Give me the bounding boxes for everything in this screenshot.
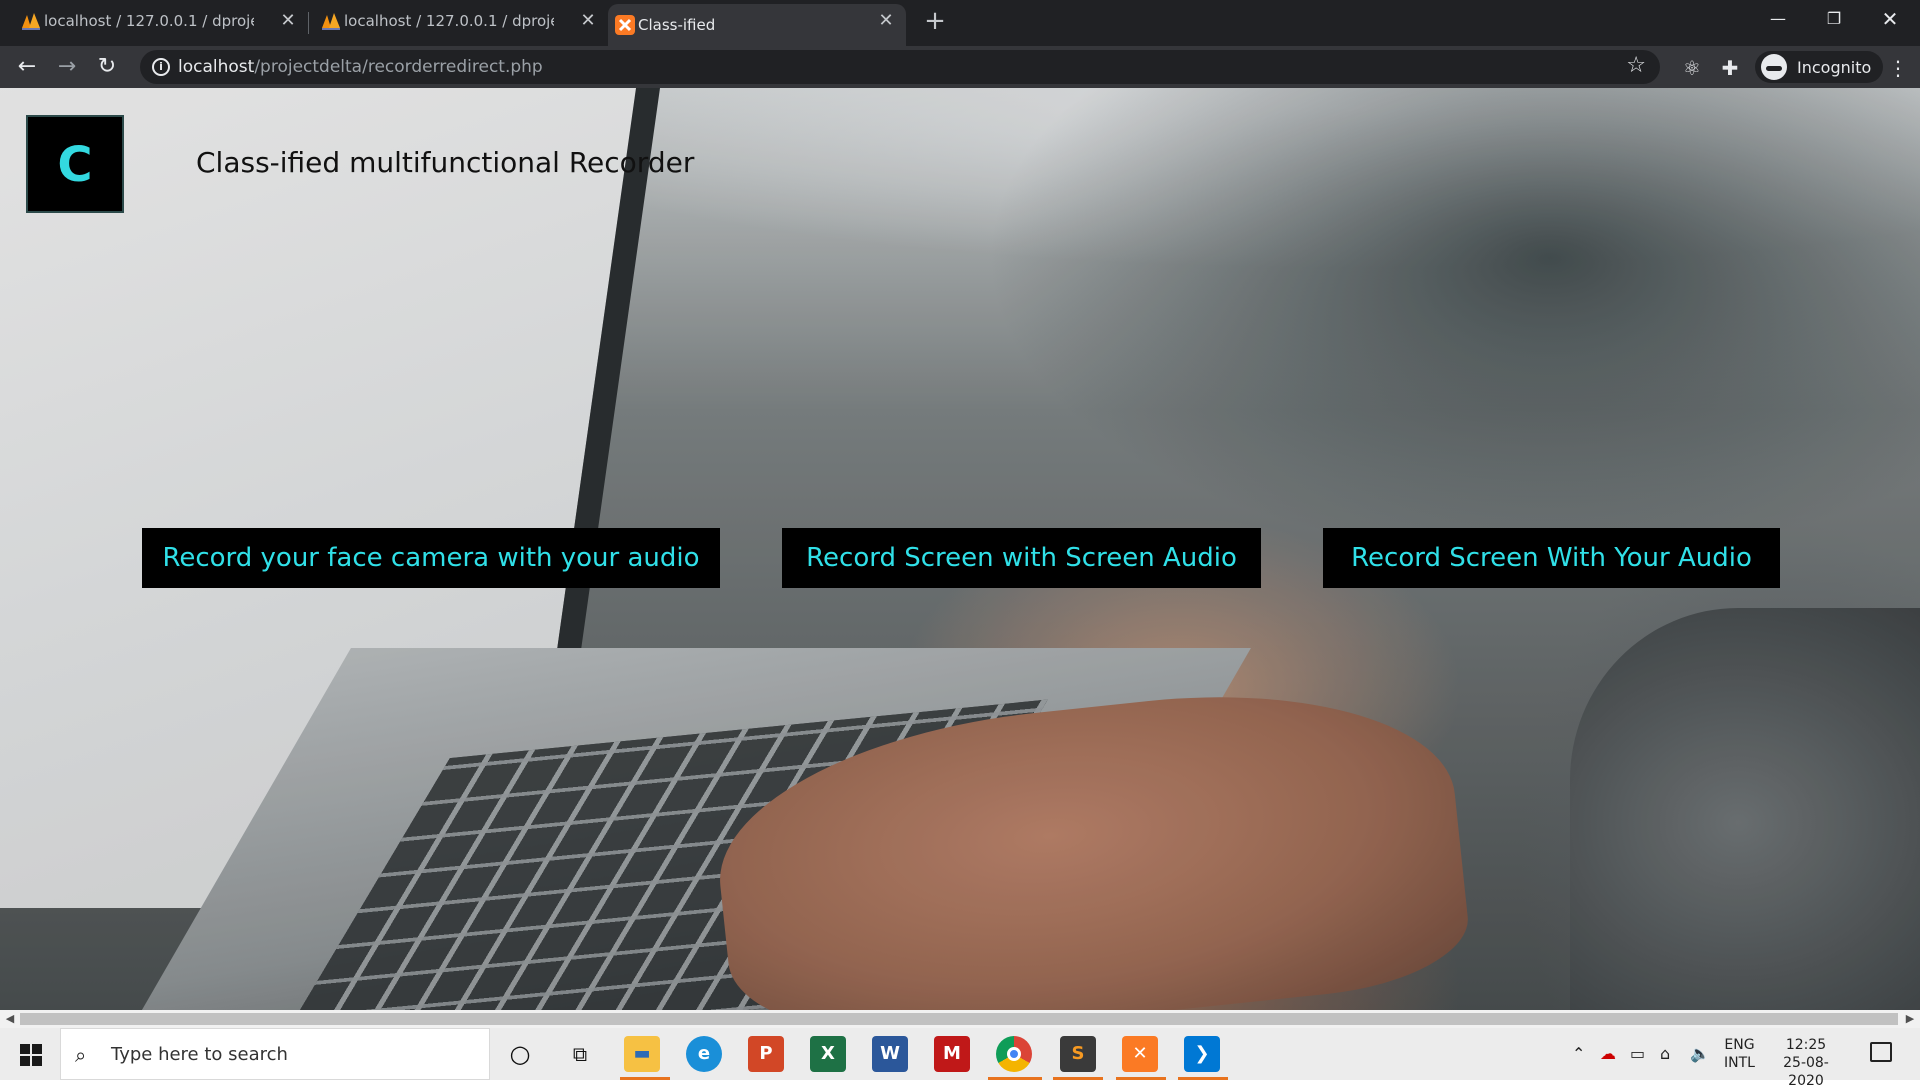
back-arrow-icon[interactable]: ← [14, 54, 40, 80]
file-explorer-icon[interactable]: ▬ [624, 1036, 660, 1072]
close-icon[interactable]: ✕ [876, 11, 896, 31]
page-hero: C Class-ified multifunctional Recorder R… [0, 88, 1920, 1010]
close-icon[interactable]: ✕ [278, 11, 298, 31]
taskbar-search-box[interactable]: ⌕ Type here to search [60, 1028, 490, 1080]
scroll-left-arrow-icon[interactable]: ◀ [2, 1012, 18, 1026]
system-clock[interactable]: 12:25 25-08-2020 [1768, 1036, 1844, 1090]
sublime-text-icon[interactable]: S [1060, 1036, 1096, 1072]
tab-divider [308, 12, 309, 34]
record-screen-your-audio-button[interactable]: Record Screen With Your Audio [1323, 528, 1780, 588]
chrome-icon[interactable] [996, 1036, 1032, 1072]
extensions-puzzle-icon[interactable]: ✚ [1718, 56, 1742, 80]
mcafee-icon[interactable]: M [934, 1036, 970, 1072]
incognito-icon [1761, 54, 1787, 80]
minimize-button[interactable]: — [1750, 0, 1806, 40]
address-bar[interactable]: i localhost/projectdelta/recorderredirec… [140, 50, 1660, 84]
restore-button[interactable]: ❐ [1806, 0, 1862, 40]
word-icon[interactable]: W [872, 1036, 908, 1072]
forward-arrow-icon[interactable]: → [54, 54, 80, 80]
xampp-icon [615, 15, 635, 35]
windows-taskbar: ⌕ Type here to search ○ ⧉ ▬ e P X W M S … [0, 1028, 1920, 1089]
logo-letter: C [57, 137, 93, 193]
bookmark-star-icon[interactable]: ☆ [1626, 53, 1646, 78]
browser-tab-strip: localhost / 127.0.0.1 / dproject / ✕ loc… [0, 0, 1920, 46]
site-info-icon[interactable]: i [152, 58, 170, 76]
record-screen-audio-button[interactable]: Record Screen with Screen Audio [782, 528, 1261, 588]
volume-icon[interactable]: 🔈 [1690, 1044, 1710, 1063]
search-icon: ⌕ [75, 1043, 87, 1067]
xampp-icon[interactable]: ✕ [1122, 1036, 1158, 1072]
vscode-icon[interactable]: ❯ [1184, 1036, 1220, 1072]
tab-classified[interactable]: Class-ified ✕ [608, 4, 906, 46]
close-icon[interactable]: ✕ [578, 11, 598, 31]
excel-icon[interactable]: X [810, 1036, 846, 1072]
notification-center-icon[interactable] [1870, 1042, 1892, 1062]
scroll-right-arrow-icon[interactable]: ▶ [1902, 1012, 1918, 1026]
show-hidden-icons-chevron-icon[interactable]: ⌃ [1572, 1044, 1585, 1063]
onedrive-error-icon[interactable]: ☁ [1600, 1044, 1616, 1063]
horizontal-scrollbar[interactable]: ◀ ▶ [0, 1010, 1920, 1028]
menu-kebab-icon[interactable]: ⋮ [1888, 56, 1908, 80]
react-devtools-icon[interactable]: ⚛ [1680, 56, 1704, 80]
reload-icon[interactable]: ↻ [94, 54, 120, 80]
close-window-button[interactable]: ✕ [1862, 0, 1918, 40]
windows-start-icon[interactable] [0, 1028, 60, 1080]
tab-title: localhost / 127.0.0.1 / dproject / [44, 12, 254, 30]
phpmyadmin-icon [322, 13, 340, 30]
record-face-camera-button[interactable]: Record your face camera with your audio [142, 528, 720, 588]
phpmyadmin-icon [22, 13, 40, 30]
new-tab-button[interactable]: + [920, 6, 950, 36]
tab-phpmyadmin-1[interactable]: localhost / 127.0.0.1 / dproject / ✕ [14, 0, 304, 42]
search-placeholder: Type here to search [111, 1044, 288, 1065]
tab-title: Class-ified [638, 16, 716, 34]
site-logo[interactable]: C [26, 115, 124, 213]
task-view-icon[interactable]: ⧉ [562, 1036, 598, 1072]
incognito-profile-button[interactable]: Incognito [1755, 51, 1884, 83]
input-language-indicator[interactable]: ENG INTL [1724, 1036, 1755, 1072]
tab-phpmyadmin-2[interactable]: localhost / 127.0.0.1 / dproject / ✕ [314, 0, 604, 42]
edge-icon[interactable]: e [686, 1036, 722, 1072]
network-icon[interactable]: ⌂ [1660, 1044, 1670, 1063]
powerpoint-icon[interactable]: P [748, 1036, 784, 1072]
browser-toolbar: ← → ↻ i localhost/projectdelta/recorderr… [0, 46, 1920, 88]
url-text[interactable]: localhost/projectdelta/recorderredirect.… [178, 57, 543, 77]
page-title: Class-ified multifunctional Recorder [196, 146, 695, 179]
scrollbar-thumb[interactable] [20, 1013, 1898, 1025]
tab-title: localhost / 127.0.0.1 / dproject / [344, 12, 554, 30]
cortana-icon[interactable]: ○ [502, 1036, 538, 1072]
battery-icon[interactable]: ▭ [1630, 1044, 1645, 1063]
